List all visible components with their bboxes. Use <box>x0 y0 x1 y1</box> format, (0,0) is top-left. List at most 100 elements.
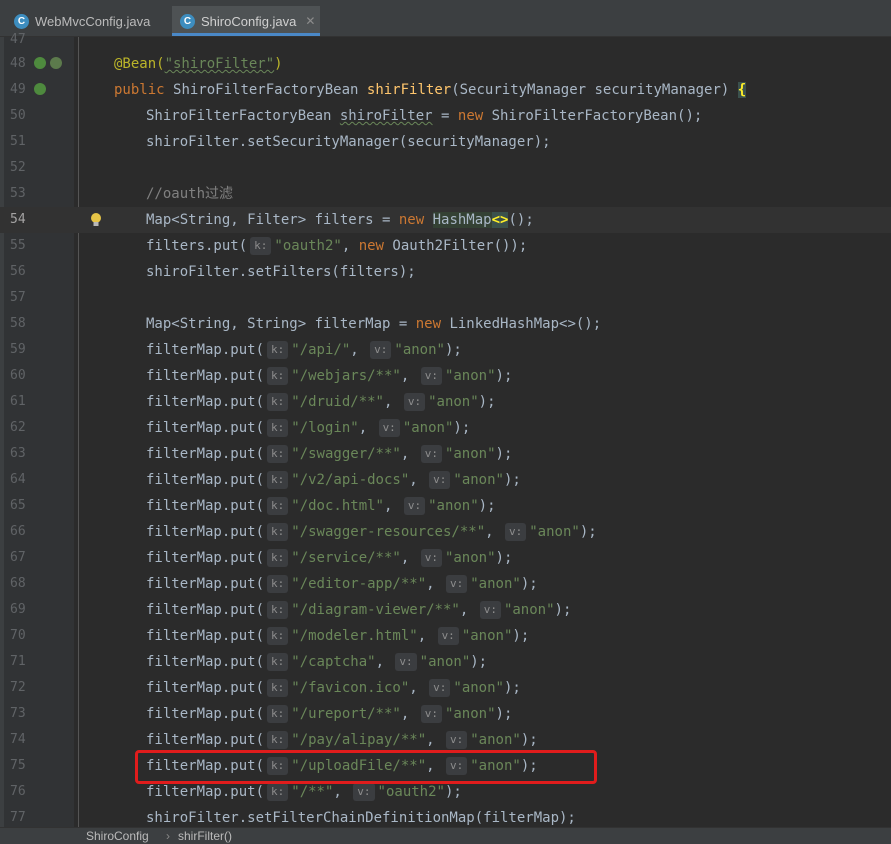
close-tab-icon[interactable]: ✕ <box>305 14 315 28</box>
code-line: 68 filterMap.put(k: "/editor-app/**", v: "a… <box>0 571 891 597</box>
line-number: 68 <box>10 576 26 591</box>
code-text: , <box>400 368 418 384</box>
code-text: , <box>426 576 443 592</box>
code-text: ); <box>444 784 462 800</box>
code-text: shiroFilter.setFilters(filters); <box>146 264 416 280</box>
param-hint-value: v: <box>505 523 527 541</box>
code-line: 51 shiroFilter.setSecurityManager(securi… <box>0 129 891 155</box>
code-text: filterMap.put( <box>146 784 265 800</box>
line-number: 64 <box>10 472 26 487</box>
code-text: ); <box>520 732 538 748</box>
filter-value: "anon" <box>529 524 580 540</box>
code-line: 66 filterMap.put(k: "/swagger-resources/**… <box>0 519 891 545</box>
param-hint-value: v: <box>420 445 442 463</box>
param-hint-value: v: <box>378 419 400 437</box>
code-line: 69 filterMap.put(k: "/diagram-viewer/**", … <box>0 597 891 623</box>
bean-gutter-icon[interactable] <box>34 57 46 69</box>
filter-key: "/editor-app/**" <box>291 576 427 592</box>
code-line: 63 filterMap.put(k: "/swagger/**", v: "anon… <box>0 441 891 467</box>
line-number: 76 <box>10 784 26 799</box>
lightbulb-icon[interactable] <box>90 212 102 228</box>
code-text: filterMap.put( <box>146 472 265 488</box>
keyword: new <box>358 238 393 254</box>
param-hint-value: v: <box>429 471 451 489</box>
code-text: filterMap.put( <box>146 576 265 592</box>
line-number: 54 <box>10 212 26 227</box>
param-hint-value: v: <box>445 575 468 593</box>
filter-key: "/druid/**" <box>291 394 384 410</box>
code-text: ); <box>444 342 462 358</box>
code-line: 59 filterMap.put(k: "/api/", v: "anon"); <box>0 337 891 363</box>
code-line: 73 filterMap.put(k: "/ureport/**", v: "anon… <box>0 701 891 727</box>
breadcrumb-item-method[interactable]: shirFilter() <box>178 828 232 844</box>
code-text: ); <box>495 550 513 566</box>
filter-value: "anon" <box>470 732 521 748</box>
line-number: 55 <box>10 238 26 253</box>
param-hint-key: k: <box>267 419 289 437</box>
filter-key: "/ureport/**" <box>291 706 401 722</box>
code-line: 49 public ShiroFilterFactoryBean shirFil… <box>0 77 891 103</box>
code-text: ShiroFilterFactoryBean <box>146 108 340 124</box>
code-text: filterMap.put( <box>146 420 265 436</box>
line-number: 47 <box>10 32 26 47</box>
code-text: filterMap.put( <box>146 368 265 384</box>
code-text: filterMap.put( <box>146 706 265 722</box>
param-hint-value: v: <box>353 783 375 801</box>
line-number: 53 <box>10 186 26 201</box>
param-hint-key: k: <box>267 445 289 463</box>
code-text: , <box>417 628 435 644</box>
code-line: 58 Map<String, String> filterMap = new L… <box>0 311 891 337</box>
code-comment: //oauth过滤 <box>146 186 234 202</box>
code-text: , <box>358 420 376 436</box>
keyword: new <box>457 108 492 124</box>
param-hint-value: v: <box>479 601 501 619</box>
filter-value: "anon" <box>419 654 471 670</box>
variable-name: shiroFilter <box>339 108 433 124</box>
code-line: 52 <box>0 155 891 181</box>
annotation: @Bean( <box>114 56 165 72</box>
code-editor[interactable]: 47 48 @Bean("shiroFilter") 49 public Shi… <box>0 32 891 827</box>
annotation-close: ) <box>274 56 283 72</box>
filter-value: "anon" <box>428 394 479 410</box>
code-text: , <box>409 472 427 488</box>
code-text: Oauth2Filter()); <box>392 238 528 254</box>
param-hint-key: k: <box>267 601 289 619</box>
code-text: ); <box>554 602 572 618</box>
string-literal: "shiroFilter" <box>164 56 275 72</box>
type-name: ShiroFilterFactoryBean <box>173 82 367 98</box>
filter-value: "anon" <box>444 706 496 722</box>
code-text: ); <box>495 706 513 722</box>
code-text: , <box>400 706 418 722</box>
breadcrumb-item-class[interactable]: ShiroConfig <box>86 828 149 844</box>
code-text: filterMap.put( <box>146 524 265 540</box>
line-number: 75 <box>10 758 26 773</box>
filter-value: "anon" <box>503 602 555 618</box>
override-gutter-icon[interactable] <box>50 57 62 69</box>
filter-key: "/captcha" <box>291 654 376 670</box>
code-text: Map<String, Filter> filters = <box>146 212 399 228</box>
param-hint-value: v: <box>429 679 451 697</box>
line-number: 58 <box>10 316 26 331</box>
filter-key: "/api/" <box>291 342 351 358</box>
code-text: ); <box>478 498 496 514</box>
code-text: filterMap.put( <box>146 732 265 748</box>
filter-value: "anon" <box>444 550 496 566</box>
param-hint-key: k: <box>267 575 289 593</box>
filter-value: "anon" <box>402 420 454 436</box>
code-line-current: 54 Map<String, Filter> filters = new Has… <box>0 207 891 233</box>
code-line: 56 shiroFilter.setFilters(filters); <box>0 259 891 285</box>
code-line: 72 filterMap.put(k: "/favicon.ico", v: "ano… <box>0 675 891 701</box>
param-hint-key: k: <box>267 549 289 567</box>
code-line: 62 filterMap.put(k: "/login", v: "anon"); <box>0 415 891 441</box>
line-number: 52 <box>10 160 26 175</box>
bean-method-icon[interactable] <box>34 83 46 95</box>
code-line: 48 @Bean("shiroFilter") <box>0 51 891 77</box>
filter-key: "/v2/api-docs" <box>291 472 410 488</box>
code-text: ); <box>453 420 471 436</box>
param-hint-key: k: <box>267 341 289 359</box>
line-number: 66 <box>10 524 26 539</box>
code-text: shiroFilter.setSecurityManager(securityM… <box>146 134 551 150</box>
code-text: ); <box>579 524 597 540</box>
code-text: LinkedHashMap<>(); <box>449 316 602 332</box>
param-hint-value: v: <box>420 705 442 723</box>
